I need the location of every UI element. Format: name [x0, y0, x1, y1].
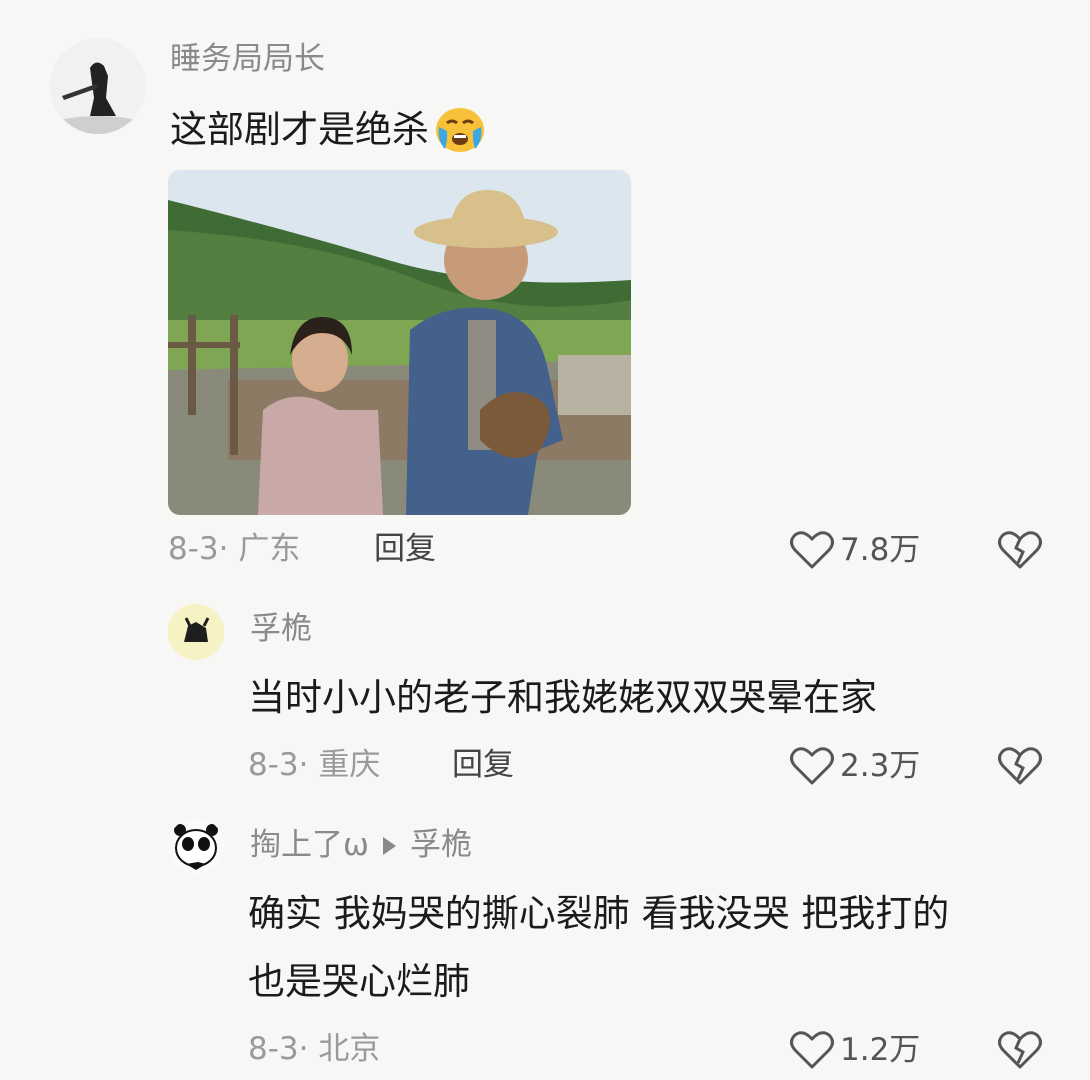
reply-date-location: 8-3· 北京 [248, 1031, 381, 1067]
like-count: 2.3万 [840, 747, 921, 784]
like-button[interactable]: 2.3万 [790, 746, 920, 786]
dislike-button[interactable] [998, 530, 1042, 570]
reply-username[interactable]: 孚桅 [250, 614, 312, 645]
like-count: 7.8万 [840, 531, 921, 568]
comment-username[interactable]: 睡务局局长 [170, 44, 325, 75]
reply-username-row: 掏上了ω 孚桅 [250, 830, 472, 861]
heart-icon [790, 530, 834, 570]
dislike-button[interactable] [998, 746, 1042, 786]
reply-date-location: 8-3· 重庆 [248, 747, 381, 783]
avatar-cartoon-icon [168, 604, 224, 660]
still-image-girl-and-old-man [168, 170, 631, 515]
like-button[interactable]: 1.2万 [790, 1030, 920, 1070]
comment-text: 这部剧才是绝杀 [170, 108, 429, 151]
reply-text-line1: 确实 我妈哭的撕心裂肺 看我没哭 把我打的 [248, 892, 950, 935]
like-button[interactable]: 7.8万 [790, 530, 920, 570]
reply-button[interactable]: 回复 [374, 534, 436, 565]
comment-date-location: 8-3· 广东 [168, 531, 301, 567]
avatar-panda-icon [168, 818, 224, 874]
reply-text: 当时小小的老子和我姥姥双双哭晕在家 [248, 676, 877, 719]
heart-icon [790, 746, 834, 786]
play-arrow-icon [382, 836, 396, 855]
comment-image[interactable] [168, 170, 631, 515]
reply-button[interactable]: 回复 [452, 750, 514, 781]
reply-avatar[interactable] [168, 818, 224, 874]
broken-heart-icon [998, 746, 1042, 786]
crying-face-icon [433, 105, 487, 155]
reply-to-username[interactable]: 孚桅 [410, 830, 472, 861]
avatar[interactable] [50, 38, 146, 134]
reply-username[interactable]: 掏上了ω [250, 830, 369, 861]
comment-text-row: 这部剧才是绝杀 [170, 98, 487, 162]
reply-avatar[interactable] [168, 604, 224, 660]
broken-heart-icon [998, 530, 1042, 570]
like-count: 1.2万 [840, 1031, 921, 1068]
avatar-silhouette-icon [50, 38, 146, 134]
dislike-button[interactable] [998, 1030, 1042, 1070]
broken-heart-icon [998, 1030, 1042, 1070]
heart-icon [790, 1030, 834, 1070]
reply-text-line2: 也是哭心烂肺 [248, 960, 470, 1003]
